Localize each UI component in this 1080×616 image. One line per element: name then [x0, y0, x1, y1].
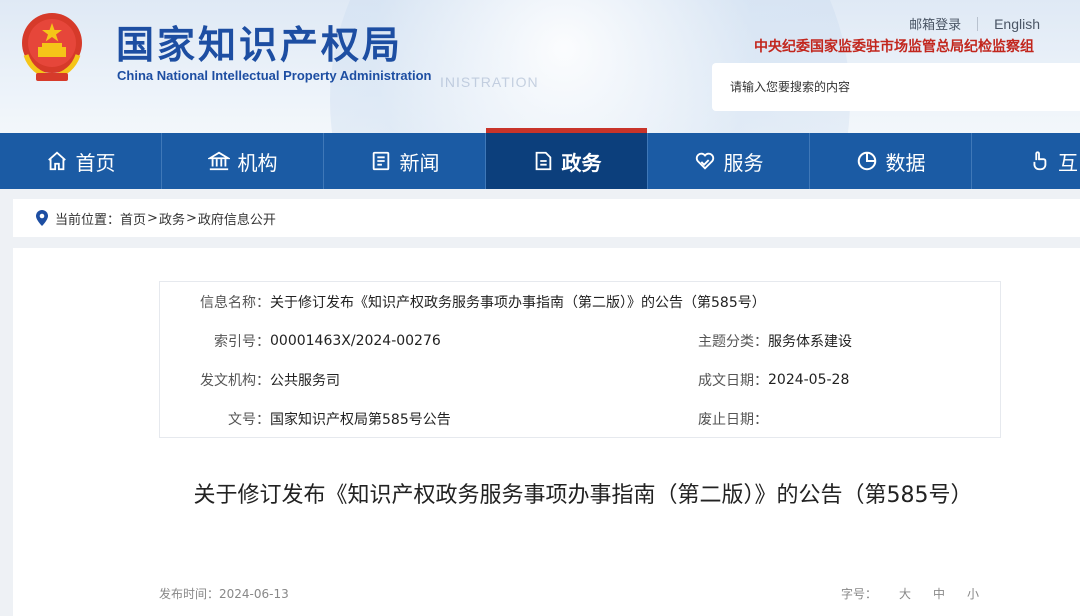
- search-box: [712, 63, 1080, 111]
- article-title: 关于修订发布《知识产权政务服务事项办事指南（第二版）》的公告（第585号）: [193, 483, 973, 508]
- info-name-value: 关于修订发布《知识产权政务服务事项办事指南（第二版）》的公告（第585号）: [270, 295, 766, 311]
- site-header: INISTRATION 国家知识产权局 China National Intel…: [0, 0, 1080, 133]
- info-expire-label: 废止日期：: [698, 412, 768, 428]
- info-row-expire: 废止日期：: [658, 400, 768, 438]
- nav-item-services[interactable]: 服务: [648, 133, 810, 189]
- font-size-large-button[interactable]: 大: [899, 585, 911, 602]
- header-watermark-text: INISTRATION: [440, 74, 539, 90]
- nav-item-interaction[interactable]: 互: [972, 133, 1080, 189]
- nav-item-label: 首页: [75, 150, 116, 175]
- info-date-label: 成文日期：: [698, 373, 768, 389]
- site-subtitle: China National Intellectual Property Adm…: [117, 68, 432, 83]
- font-size-label: 字号：: [840, 587, 877, 601]
- link-divider: [977, 16, 979, 31]
- hand-pointer-icon: [1028, 150, 1050, 172]
- heart-hand-icon: [694, 150, 716, 172]
- info-row-issuer: 发文机构： 公共服务司: [160, 361, 340, 399]
- nav-item-label: 新闻: [399, 150, 440, 175]
- org-note-link[interactable]: 中央纪委国家监委驻市场监管总局纪检监察组: [754, 36, 1034, 56]
- info-topic-value: 服务体系建设: [768, 334, 852, 350]
- breadcrumb: 当前位置： 首页 > 政务 > 政府信息公开: [13, 199, 1080, 237]
- nav-item-label: 政务: [561, 150, 602, 175]
- nav-item-home[interactable]: 首页: [0, 133, 162, 189]
- nav-item-label: 数据: [885, 150, 926, 175]
- info-row-docno: 文号： 国家知识产权局第585号公告: [160, 400, 451, 438]
- nav-item-label: 机构: [237, 150, 278, 175]
- info-topic-label: 主题分类：: [698, 334, 768, 350]
- home-icon: [46, 150, 68, 172]
- info-index-value: 00001463X/2024-00276: [270, 333, 441, 349]
- nav-item-government-affairs[interactable]: 政务: [486, 128, 648, 189]
- breadcrumb-separator: >: [185, 210, 197, 226]
- nav-item-data[interactable]: 数据: [810, 133, 972, 189]
- info-table: 信息名称： 关于修订发布《知识产权政务服务事项办事指南（第二版）》的公告（第58…: [159, 281, 1001, 438]
- info-docno-label: 文号：: [228, 412, 270, 428]
- nav-item-institution[interactable]: 机构: [162, 133, 324, 189]
- info-row-index: 索引号： 00001463X/2024-00276: [160, 322, 441, 360]
- info-issuer-value: 公共服务司: [270, 373, 340, 389]
- pie-chart-icon: [856, 150, 878, 172]
- article-meta: 发布时间：2024-06-13 字号： 大 中 小: [159, 585, 979, 605]
- info-name-label: 信息名称：: [200, 295, 270, 311]
- breadcrumb-separator: >: [147, 210, 158, 226]
- breadcrumb-home-link[interactable]: 首页: [120, 209, 146, 228]
- info-row-topic: 主题分类： 服务体系建设: [658, 322, 852, 360]
- font-size-small-button[interactable]: 小: [967, 585, 979, 602]
- info-row-name: 信息名称： 关于修订发布《知识产权政务服务事项办事指南（第二版）》的公告（第58…: [160, 283, 766, 321]
- main-nav: 首页 机构 新闻 政务 服务 数据 互: [0, 128, 1080, 189]
- news-icon: [370, 150, 392, 172]
- top-links: 邮箱登录 English: [909, 14, 1040, 34]
- info-docno-value: 国家知识产权局第585号公告: [270, 412, 451, 428]
- institution-icon: [207, 150, 230, 172]
- content-panel: 信息名称： 关于修订发布《知识产权政务服务事项办事指南（第二版）》的公告（第58…: [13, 248, 1080, 616]
- breadcrumb-info-disclosure-link[interactable]: 政府信息公开: [198, 209, 276, 228]
- national-emblem-icon[interactable]: [18, 11, 86, 83]
- publish-date: 2024-06-13: [219, 587, 289, 601]
- font-size-controls: 字号： 大 中 小: [841, 585, 979, 602]
- breadcrumb-affairs-link[interactable]: 政务: [159, 209, 185, 228]
- info-issuer-label: 发文机构：: [200, 373, 270, 389]
- info-date-value: 2024-05-28: [768, 372, 850, 388]
- nav-item-label: 互: [1058, 150, 1078, 175]
- info-index-label: 索引号：: [214, 334, 270, 350]
- search-input[interactable]: [730, 77, 1060, 97]
- font-size-medium-button[interactable]: 中: [933, 585, 945, 602]
- mail-login-link[interactable]: 邮箱登录: [909, 14, 961, 33]
- breadcrumb-prefix: 当前位置：: [55, 212, 121, 228]
- publish-label: 发布时间：: [159, 587, 220, 601]
- publish-info: 发布时间：2024-06-13: [159, 585, 289, 602]
- site-title[interactable]: 国家知识产权局: [116, 14, 403, 69]
- info-row-date: 成文日期： 2024-05-28: [658, 361, 849, 399]
- document-icon: [532, 150, 554, 172]
- nav-item-label: 服务: [723, 150, 764, 175]
- location-pin-icon: [36, 210, 48, 226]
- nav-item-news[interactable]: 新闻: [324, 133, 486, 189]
- english-link[interactable]: English: [994, 16, 1040, 32]
